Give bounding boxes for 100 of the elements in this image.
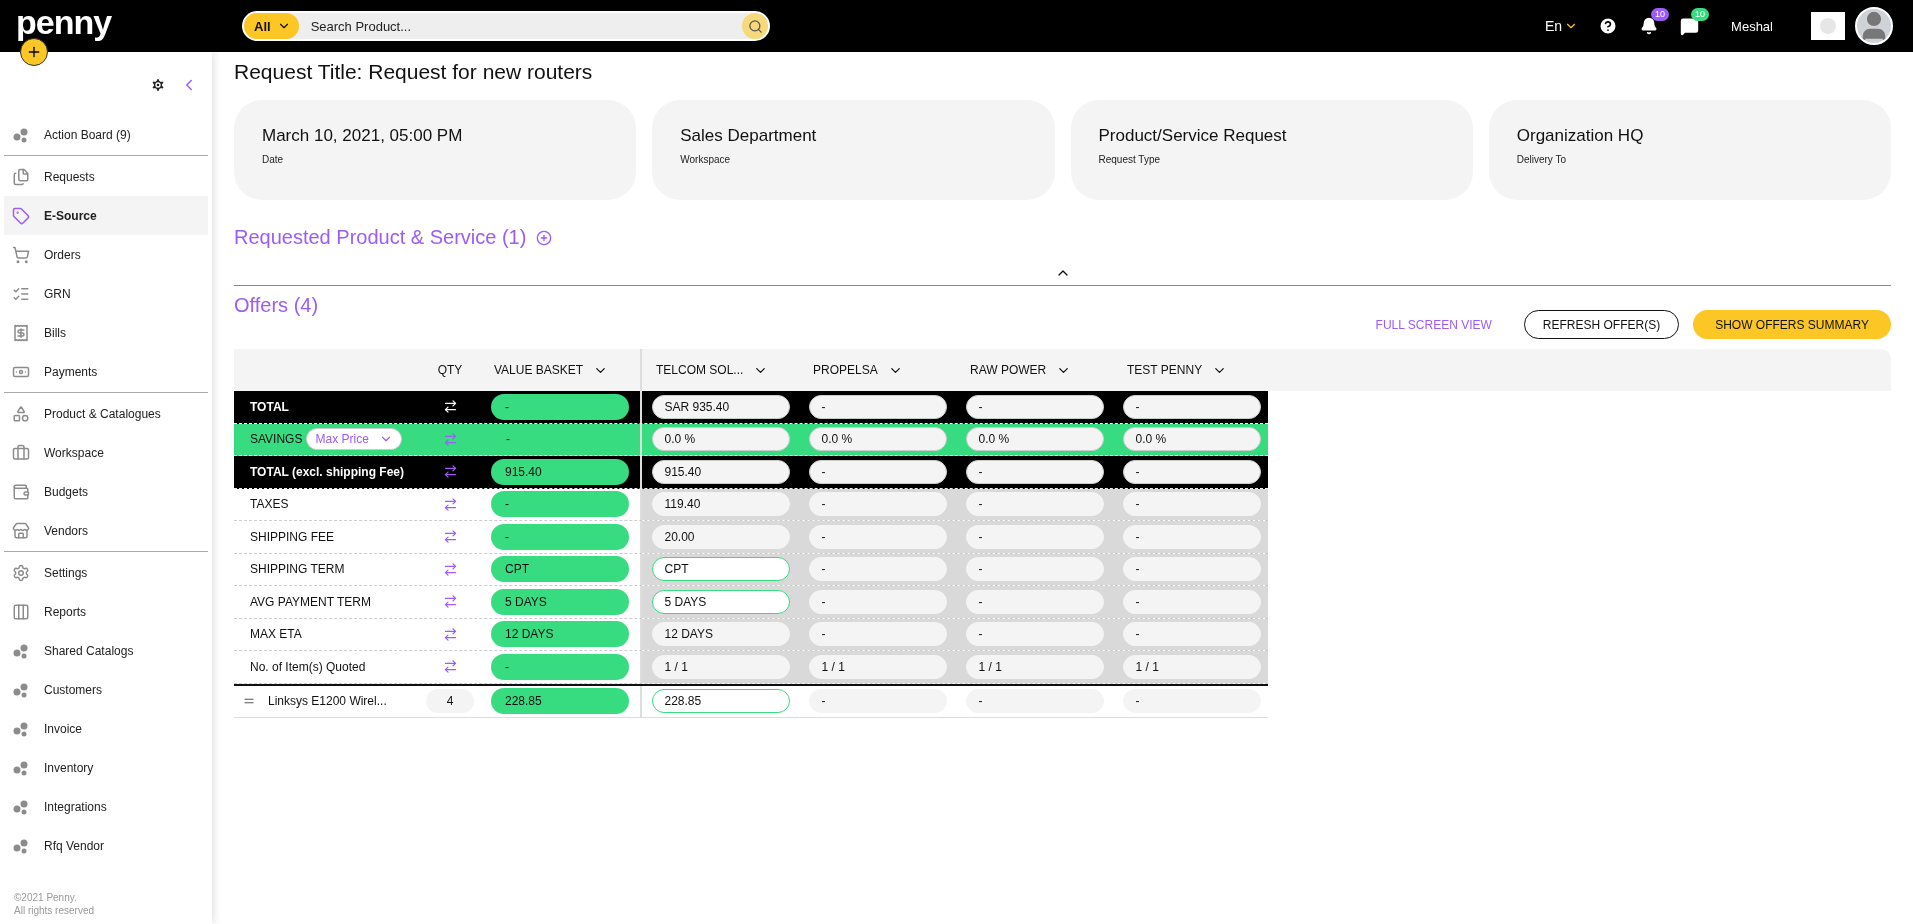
offer-value: 5 DAYS <box>651 589 790 614</box>
action-button[interactable]: REFRESH OFFER(S) <box>1523 310 1680 339</box>
price-dropdown[interactable]: Max Price <box>306 428 402 451</box>
language-dropdown[interactable]: En <box>1544 18 1579 34</box>
offer-value: 20.00 <box>651 524 790 549</box>
column-header[interactable]: VALUE BASKET <box>480 362 609 378</box>
offer-value: 0.0 % <box>651 427 790 452</box>
sidebar-item[interactable]: Integrations <box>4 787 208 826</box>
card-label: Request Type <box>1098 154 1162 165</box>
sidebar-item[interactable]: Product & Catalogues <box>4 394 208 433</box>
offer-value: 12 DAYS <box>651 622 790 647</box>
sidebar-item[interactable]: Orders <box>4 235 208 274</box>
scope-dropdown[interactable]: All <box>244 13 299 39</box>
column-header[interactable]: PROPELSA <box>799 362 903 378</box>
card-label: Delivery To <box>1516 154 1568 165</box>
action-button[interactable]: SHOW OFFERS SUMMARY <box>1693 310 1891 339</box>
row-label: TOTAL <box>249 399 290 414</box>
sidebar-item[interactable]: Requests <box>4 157 208 196</box>
column-header[interactable]: TELCOM SOL... <box>642 362 769 378</box>
avatar[interactable] <box>1855 7 1893 45</box>
section-title: Offers (4) <box>234 294 319 317</box>
basket-value: 5 DAYS <box>491 588 629 615</box>
basket-value: - <box>491 523 629 550</box>
card-value: Product/Service Request <box>1098 126 1288 146</box>
swap-icon[interactable] <box>442 399 458 415</box>
bell-icon[interactable] <box>1640 17 1659 35</box>
offer-value: - <box>808 689 947 713</box>
sidebar-item[interactable]: GRN <box>4 274 208 313</box>
offer-value: - <box>808 557 947 582</box>
sidebar-item[interactable]: Customers <box>4 670 208 709</box>
row-label: SHIPPING FEE <box>249 529 336 544</box>
basket-value: 228.85 <box>491 688 629 714</box>
offer-value: 1 / 1 <box>1122 654 1261 679</box>
settings-icon[interactable] <box>150 77 166 93</box>
sidebar-item[interactable]: Bills <box>4 313 208 352</box>
sidebar-item[interactable]: Workspace <box>4 433 208 472</box>
offer-value: - <box>1122 689 1261 713</box>
menu-item-icon <box>12 602 30 621</box>
logo[interactable]: penny <box>16 5 242 39</box>
basket-value: - <box>491 393 629 420</box>
offer-value: - <box>965 524 1104 549</box>
offer-value: 915.40 <box>651 459 790 484</box>
sidebar-item[interactable]: Shared Catalogs <box>4 631 208 670</box>
offer-value: - <box>1122 492 1261 517</box>
offer-value: - <box>1122 524 1261 549</box>
menu-item-icon <box>12 521 30 540</box>
offer-value: 0.0 % <box>808 427 947 452</box>
copyright-text: All rights reserved <box>14 905 96 916</box>
search-field[interactable]: All Search Product... <box>242 11 770 41</box>
help-icon[interactable] <box>1598 16 1619 36</box>
row-label: MAX ETA <box>249 627 303 642</box>
item-name: Linksys E1200 Wirel... <box>268 694 387 708</box>
section-title: Requested Product & Service (1) <box>234 226 527 249</box>
offer-value: 119.40 <box>651 492 790 517</box>
offer-value: - <box>965 394 1104 419</box>
offer-value: 1 / 1 <box>965 654 1104 679</box>
notification-badge: 10 <box>1651 8 1670 21</box>
basket-value: - <box>505 432 511 447</box>
card-value: Sales Department <box>680 126 818 146</box>
row-label: AVG PAYMENT TERM <box>249 594 372 609</box>
sidebar-item[interactable]: Settings <box>4 553 208 592</box>
copyright-text: ©2021 Penny. <box>14 892 78 903</box>
plus-icon <box>26 44 42 60</box>
column-header[interactable]: RAW POWER <box>956 362 1072 378</box>
full-screen-link[interactable]: FULL SCREEN VIEW <box>1357 310 1510 339</box>
offer-value: 0.0 % <box>1122 427 1261 452</box>
offer-value: - <box>965 492 1104 517</box>
sidebar-item[interactable]: Invoice <box>4 709 208 748</box>
sidebar-item[interactable]: E-Source <box>4 196 208 235</box>
offer-value: - <box>965 622 1104 647</box>
offer-value: CPT <box>651 557 790 582</box>
offer-value: - <box>965 557 1104 582</box>
row-label: TOTAL (excl. shipping Fee) <box>249 464 406 479</box>
sidebar-item[interactable]: Rfq Vendor <box>4 826 208 865</box>
row-label: SAVINGS <box>250 432 303 447</box>
basket-value: - <box>491 653 629 680</box>
qty-value: 4 <box>426 689 474 713</box>
sidebar-item[interactable]: Inventory <box>4 748 208 787</box>
basket-value: 915.40 <box>491 458 629 485</box>
logo-placeholder <box>1811 12 1845 40</box>
search-icon[interactable] <box>742 13 768 39</box>
chat-icon[interactable] <box>1680 16 1700 36</box>
request-title: Request Title: Request for new routers <box>234 60 594 84</box>
offer-value: - <box>1122 622 1261 647</box>
offer-value: - <box>808 589 947 614</box>
column-header[interactable]: TEST PENNY <box>1113 362 1228 378</box>
row-label: SHIPPING TERM <box>249 562 346 577</box>
sidebar-item[interactable]: Budgets <box>4 472 208 511</box>
offer-value: - <box>1122 589 1261 614</box>
sidebar-item[interactable]: Action Board (9) <box>4 115 208 154</box>
add-circle-icon[interactable] <box>536 229 553 246</box>
row-label: No. of Item(s) Quoted <box>249 659 367 674</box>
menu-item-icon <box>12 563 30 582</box>
user-name[interactable]: Meshal <box>1731 18 1773 34</box>
card-value: Organization HQ <box>1516 126 1645 146</box>
sidebar-item[interactable]: Reports <box>4 592 208 631</box>
basket-value: - <box>491 491 629 518</box>
sidebar-item[interactable]: Vendors <box>4 511 208 550</box>
sidebar-item[interactable]: Payments <box>4 352 208 391</box>
offer-value: 1 / 1 <box>651 654 790 679</box>
